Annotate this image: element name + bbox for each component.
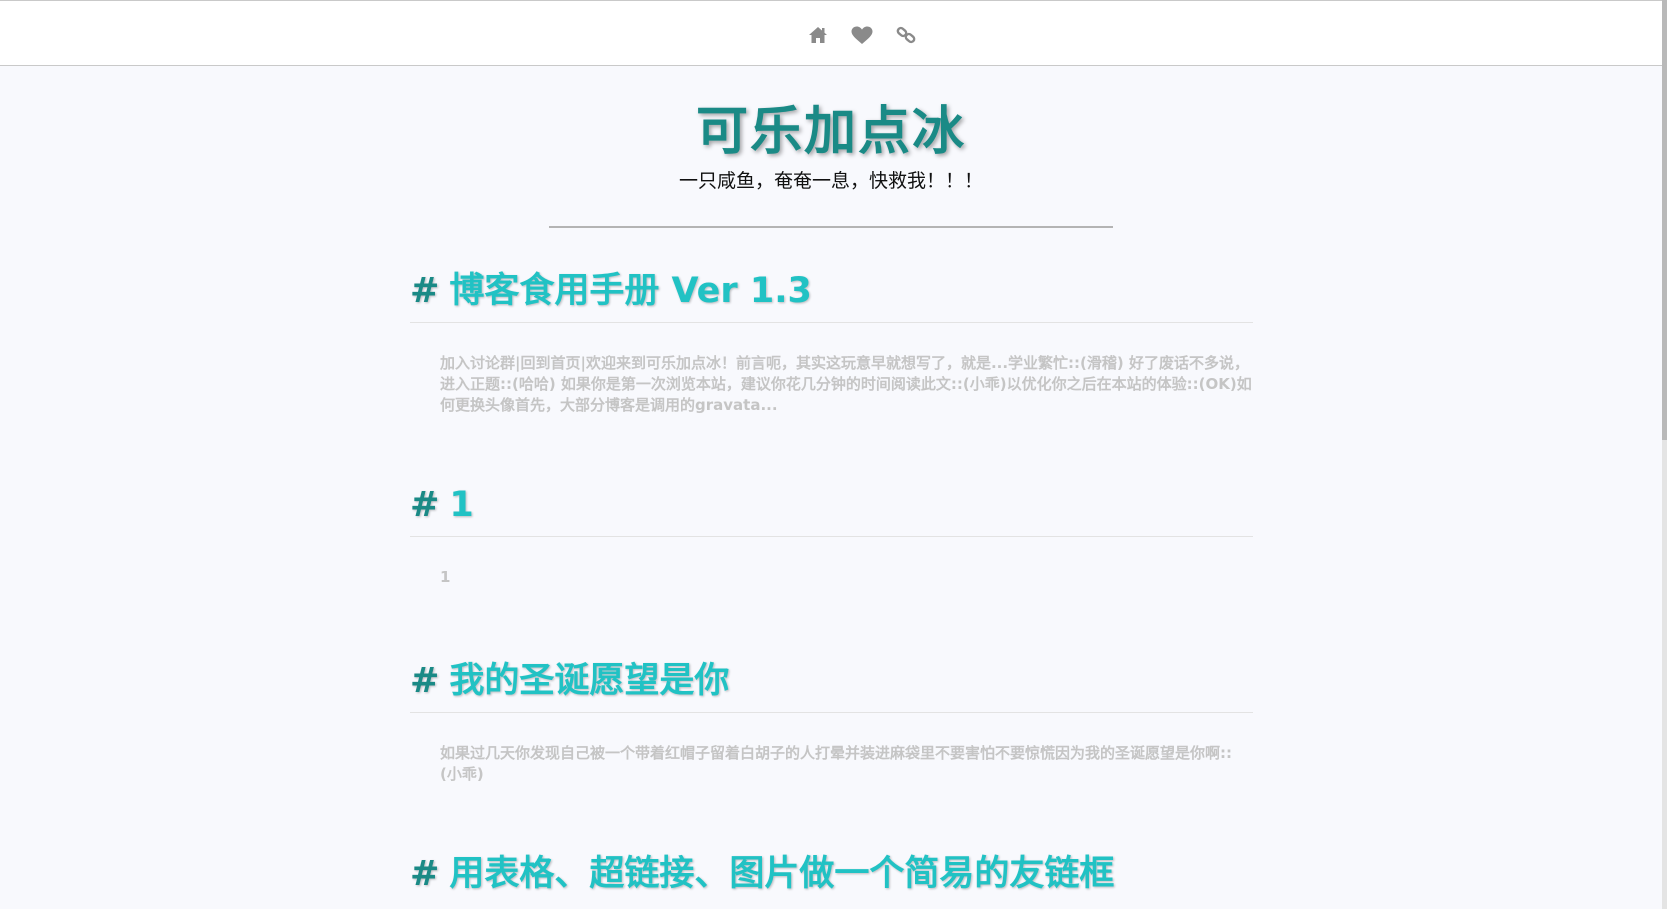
post-title-link[interactable]: 用表格、超链接、图片做一个简易的友链框 xyxy=(449,854,1114,894)
site-title[interactable]: 可乐加点冰 xyxy=(0,100,1662,164)
nav-links-link[interactable] xyxy=(894,25,918,45)
top-nav-bar xyxy=(0,0,1662,66)
site-header: 可乐加点冰 一只咸鱼，奄奄一息，快救我！！！ xyxy=(0,100,1662,194)
post-excerpt: 1 xyxy=(440,568,451,586)
heart-icon xyxy=(851,26,873,44)
post-hash: # xyxy=(410,271,440,311)
nav-favorite-link[interactable] xyxy=(850,25,874,45)
page: 可乐加点冰 一只咸鱼，奄奄一息，快救我！！！ # 博客食用手册 Ver 1.3 加… xyxy=(0,0,1667,909)
post-item: # 我的圣诞愿望是你 如果过几天你发现自己被一个带着红帽子留着白胡子的人打晕并装进… xyxy=(410,658,1253,785)
post-item: # 博客食用手册 Ver 1.3 加入讨论群|回到首页|欢迎来到可乐加点冰！前言呃… xyxy=(410,268,1253,416)
post-hash: # xyxy=(410,854,440,894)
post-title-link[interactable]: 我的圣诞愿望是你 xyxy=(449,661,729,701)
nav-home-link[interactable] xyxy=(806,25,830,45)
post-title: # 用表格、超链接、图片做一个简易的友链框 xyxy=(410,851,1253,897)
post-excerpt: 如果过几天你发现自己被一个带着红帽子留着白胡子的人打晕并装进麻袋里不要害怕不要惊… xyxy=(440,744,1233,783)
post-item: #1 1 xyxy=(410,482,1253,588)
post-hash: # xyxy=(410,485,440,525)
site-subtitle: 一只咸鱼，奄奄一息，快救我！！！ xyxy=(678,170,983,192)
post-title-link[interactable]: 1 xyxy=(449,485,473,525)
post-divider xyxy=(410,322,1253,323)
post-title: #1 xyxy=(410,482,1253,528)
post-hash: # xyxy=(410,661,440,701)
scrollbar-thumb[interactable] xyxy=(1662,0,1667,440)
header-divider xyxy=(549,226,1113,228)
post-divider xyxy=(410,712,1253,713)
post-title-link[interactable]: 博客食用手册 Ver 1.3 xyxy=(449,271,812,311)
post-divider xyxy=(410,536,1253,537)
post-item: # 用表格、超链接、图片做一个简易的友链框 xyxy=(410,851,1253,897)
post-title: # 我的圣诞愿望是你 xyxy=(410,658,1253,704)
link-icon xyxy=(896,26,916,44)
nav-icons xyxy=(806,25,918,45)
post-title: # 博客食用手册 Ver 1.3 xyxy=(410,268,1253,314)
home-icon xyxy=(809,27,827,43)
post-excerpt: 加入讨论群|回到首页|欢迎来到可乐加点冰！前言呃，其实这玩意早就想写了，就是..… xyxy=(440,354,1252,414)
